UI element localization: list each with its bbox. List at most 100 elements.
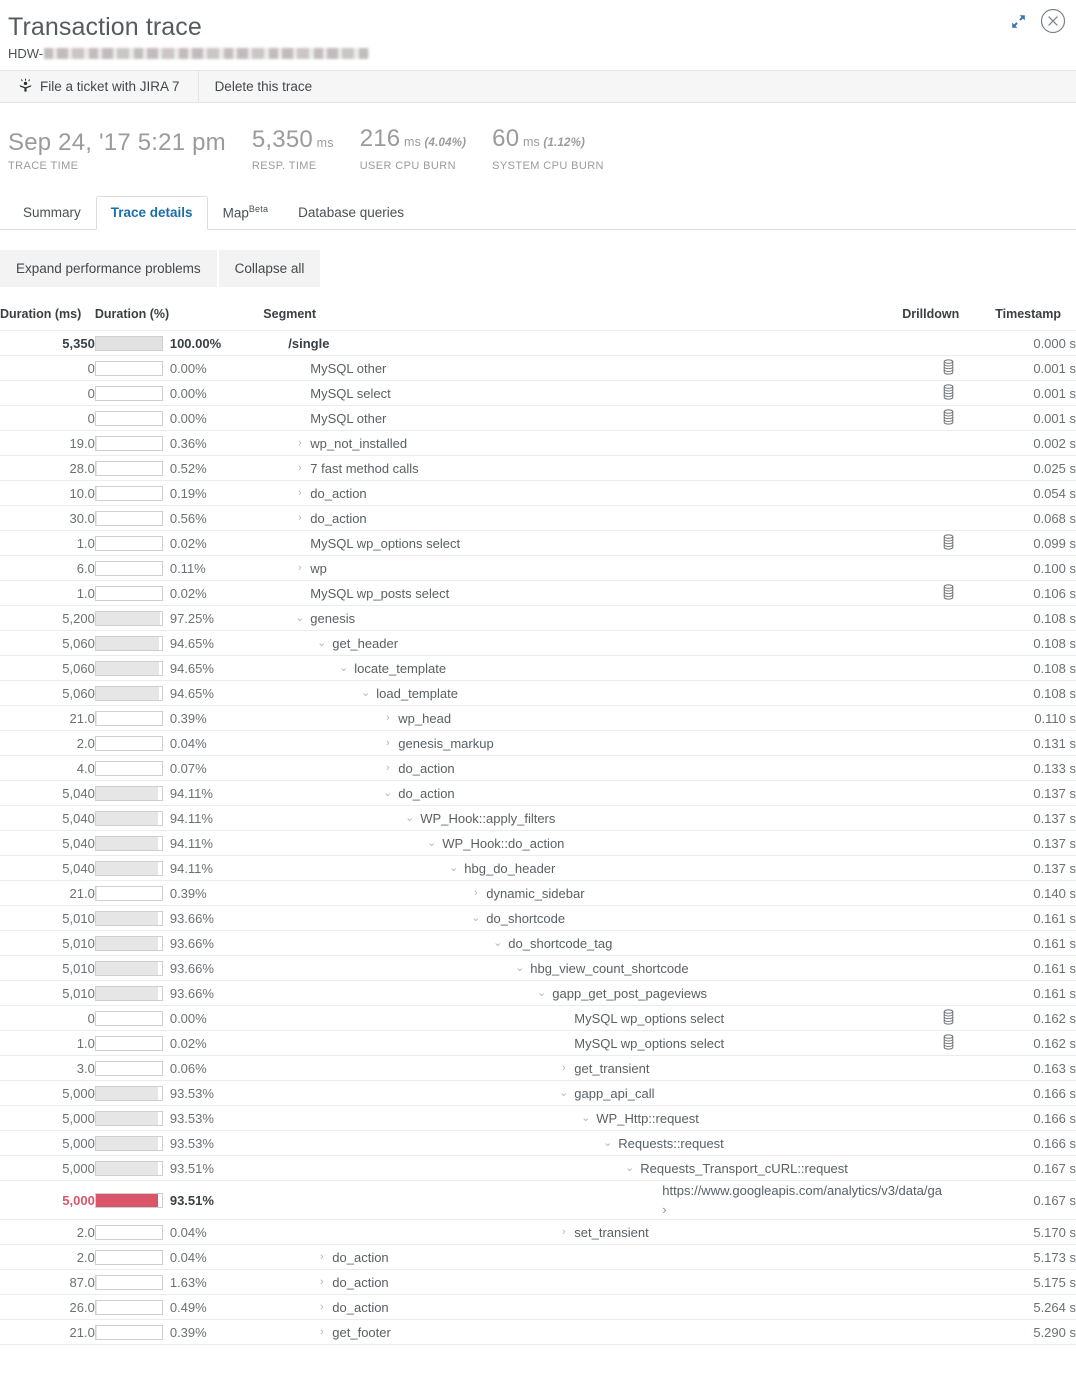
chevron-down-icon[interactable]: ⌄: [447, 859, 460, 878]
chevron-right-icon[interactable]: ›: [469, 884, 482, 903]
table-row[interactable]: 5,010 93.66% ⌄ do_shortcode 0.161 s: [0, 905, 1076, 931]
expand-performance-problems-button[interactable]: Expand performance problems: [0, 250, 217, 287]
row-duration-ms: 4.0: [0, 755, 95, 781]
row-drilldown-cell[interactable]: [902, 355, 996, 381]
table-row[interactable]: 6.0 0.11% › wp 0.100 s: [0, 555, 1076, 581]
row-drilldown-cell[interactable]: [902, 1030, 996, 1056]
chevron-right-icon[interactable]: ›: [293, 484, 306, 503]
chevron-right-icon[interactable]: ›: [557, 1059, 570, 1078]
chevron-right-icon[interactable]: ›: [293, 434, 306, 453]
chevron-down-icon[interactable]: ⌄: [469, 909, 482, 928]
collapse-all-button[interactable]: Collapse all: [218, 250, 321, 287]
chevron-right-icon[interactable]: ›: [557, 1223, 570, 1242]
chevron-right-icon[interactable]: ›: [293, 459, 306, 478]
table-row[interactable]: 5,040 94.11% ⌄ WP_Hook::apply_filters 0.137 …: [0, 805, 1076, 831]
table-row[interactable]: 5,060 94.65% ⌄ locate_template 0.108 s: [0, 655, 1076, 681]
table-row[interactable]: 5,200 97.25% ⌄ genesis 0.108 s: [0, 605, 1076, 631]
table-row[interactable]: 10.0 0.19% › do_action 0.054 s: [0, 480, 1076, 506]
table-row[interactable]: 30.0 0.56% › do_action 0.068 s: [0, 505, 1076, 531]
chevron-right-icon[interactable]: ›: [315, 1273, 328, 1292]
chevron-down-icon[interactable]: ⌄: [381, 784, 394, 803]
table-row[interactable]: 21.0 0.39% › get_footer 5.290 s: [0, 1319, 1076, 1345]
row-drilldown-cell[interactable]: [902, 580, 996, 606]
table-row[interactable]: 5,000 93.51% https://www.googleapis.com/a…: [0, 1180, 1076, 1220]
table-row[interactable]: 1.0 0.02% MySQL wp_posts select 0.106 s: [0, 580, 1076, 606]
table-row[interactable]: 5,010 93.66% ⌄ gapp_get_post_pageviews 0.161…: [0, 980, 1076, 1006]
table-row[interactable]: 5,010 93.66% ⌄ hbg_view_count_shortcode 0.16…: [0, 955, 1076, 981]
chevron-down-icon[interactable]: ⌄: [491, 934, 504, 953]
chevron-down-icon[interactable]: ⌄: [315, 634, 328, 653]
table-row[interactable]: 5,060 94.65% ⌄ load_template 0.108 s: [0, 680, 1076, 706]
tab-summary[interactable]: Summary: [8, 196, 96, 230]
database-cylinder-icon[interactable]: [942, 533, 955, 553]
table-row[interactable]: 21.0 0.39% › dynamic_sidebar 0.140 s: [0, 880, 1076, 906]
chevron-down-icon[interactable]: ⌄: [601, 1134, 614, 1153]
row-duration-ms: 5,000: [0, 1105, 95, 1131]
table-row[interactable]: 5,000 93.53% ⌄ gapp_api_call 0.166 s: [0, 1080, 1076, 1106]
table-row[interactable]: 3.0 0.06% › get_transient 0.163 s: [0, 1055, 1076, 1081]
tab-map[interactable]: MapBeta: [208, 193, 284, 231]
database-cylinder-icon[interactable]: [942, 358, 955, 378]
table-row[interactable]: 87.0 1.63% › do_action 5.175 s: [0, 1269, 1076, 1295]
table-row[interactable]: 1.0 0.02% MySQL wp_options select 0.162 s: [0, 1030, 1076, 1056]
database-cylinder-icon[interactable]: [942, 1033, 955, 1053]
chevron-down-icon[interactable]: ⌄: [403, 809, 416, 828]
table-row[interactable]: 5,040 94.11% ⌄ hbg_do_header 0.137 s: [0, 855, 1076, 881]
row-drilldown-cell[interactable]: [902, 530, 996, 556]
chevron-down-icon[interactable]: ⌄: [557, 1084, 570, 1103]
chevron-right-icon[interactable]: ›: [293, 509, 306, 528]
table-row[interactable]: 0 0.00% MySQL other 0.001 s: [0, 355, 1076, 381]
table-row[interactable]: 0 0.00% MySQL wp_options select 0.162 s: [0, 1005, 1076, 1031]
segment-label[interactable]: https://www.googleapis.com/analytics/v3/…: [662, 1181, 942, 1219]
database-cylinder-icon[interactable]: [942, 383, 955, 403]
row-drilldown-cell[interactable]: [902, 405, 996, 431]
tab-database-queries[interactable]: Database queries: [283, 196, 419, 230]
close-circle-icon[interactable]: [1040, 8, 1066, 34]
table-row[interactable]: 0 0.00% MySQL other 0.001 s: [0, 405, 1076, 431]
table-row[interactable]: 5,350 100.00% /single 0.000 s: [0, 330, 1076, 356]
table-row[interactable]: 26.0 0.49% › do_action 5.264 s: [0, 1294, 1076, 1320]
chevron-down-icon[interactable]: ⌄: [535, 984, 548, 1003]
expand-arrows-icon[interactable]: [1010, 13, 1027, 30]
table-row[interactable]: 5,040 94.11% ⌄ WP_Hook::do_action 0.137 s: [0, 830, 1076, 856]
table-row[interactable]: 2.0 0.04% › do_action 5.173 s: [0, 1244, 1076, 1270]
table-row[interactable]: 0 0.00% MySQL select 0.001 s: [0, 380, 1076, 406]
row-duration-percent-cell: 97.25%: [94, 605, 264, 631]
chevron-down-icon[interactable]: ⌄: [425, 834, 438, 853]
chevron-down-icon[interactable]: ⌄: [623, 1159, 636, 1178]
table-row[interactable]: 5,040 94.11% ⌄ do_action 0.137 s: [0, 780, 1076, 806]
chevron-right-icon[interactable]: ›: [315, 1323, 328, 1342]
chevron-right-icon[interactable]: ›: [293, 559, 306, 578]
row-drilldown-cell[interactable]: [902, 380, 996, 406]
table-row[interactable]: 21.0 0.39% › wp_head 0.110 s: [0, 705, 1076, 731]
table-row[interactable]: 2.0 0.04% › set_transient 5.170 s: [0, 1219, 1076, 1245]
chevron-right-icon[interactable]: ›: [381, 759, 394, 778]
chevron-right-icon[interactable]: ›: [315, 1298, 328, 1317]
table-row[interactable]: 5,010 93.66% ⌄ do_shortcode_tag 0.161 s: [0, 930, 1076, 956]
chevron-down-icon[interactable]: ⌄: [293, 609, 306, 628]
table-row[interactable]: 5,000 93.53% ⌄ Requests::request 0.166 s: [0, 1130, 1076, 1156]
database-cylinder-icon[interactable]: [942, 1008, 955, 1028]
table-row[interactable]: 2.0 0.04% › genesis_markup 0.131 s: [0, 730, 1076, 756]
chevron-right-icon[interactable]: ›: [315, 1248, 328, 1267]
table-row[interactable]: 5,000 93.51% ⌄ Requests_Transport_cURL::req…: [0, 1155, 1076, 1181]
table-row[interactable]: 19.0 0.36% › wp_not_installed 0.002 s: [0, 430, 1076, 456]
file-jira-ticket-button[interactable]: File a ticket with JIRA 7: [0, 71, 199, 102]
chevron-right-icon[interactable]: ›: [381, 734, 394, 753]
chevron-placeholder: [557, 1034, 570, 1053]
tab-trace-details[interactable]: Trace details: [95, 196, 208, 230]
chevron-down-icon[interactable]: ⌄: [513, 959, 526, 978]
table-row[interactable]: 28.0 0.52% › 7 fast method calls 0.025 s: [0, 455, 1076, 481]
delete-trace-button[interactable]: Delete this trace: [198, 71, 329, 102]
database-cylinder-icon[interactable]: [942, 408, 955, 428]
chevron-down-icon[interactable]: ⌄: [579, 1109, 592, 1128]
chevron-down-icon[interactable]: ⌄: [359, 684, 372, 703]
database-cylinder-icon[interactable]: [942, 583, 955, 603]
table-row[interactable]: 1.0 0.02% MySQL wp_options select 0.099 s: [0, 530, 1076, 556]
table-row[interactable]: 5,060 94.65% ⌄ get_header 0.108 s: [0, 630, 1076, 656]
chevron-right-icon[interactable]: ›: [381, 709, 394, 728]
row-drilldown-cell[interactable]: [902, 1005, 996, 1031]
table-row[interactable]: 4.0 0.07% › do_action 0.133 s: [0, 755, 1076, 781]
table-row[interactable]: 5,000 93.53% ⌄ WP_Http::request 0.166 s: [0, 1105, 1076, 1131]
chevron-down-icon[interactable]: ⌄: [337, 659, 350, 678]
